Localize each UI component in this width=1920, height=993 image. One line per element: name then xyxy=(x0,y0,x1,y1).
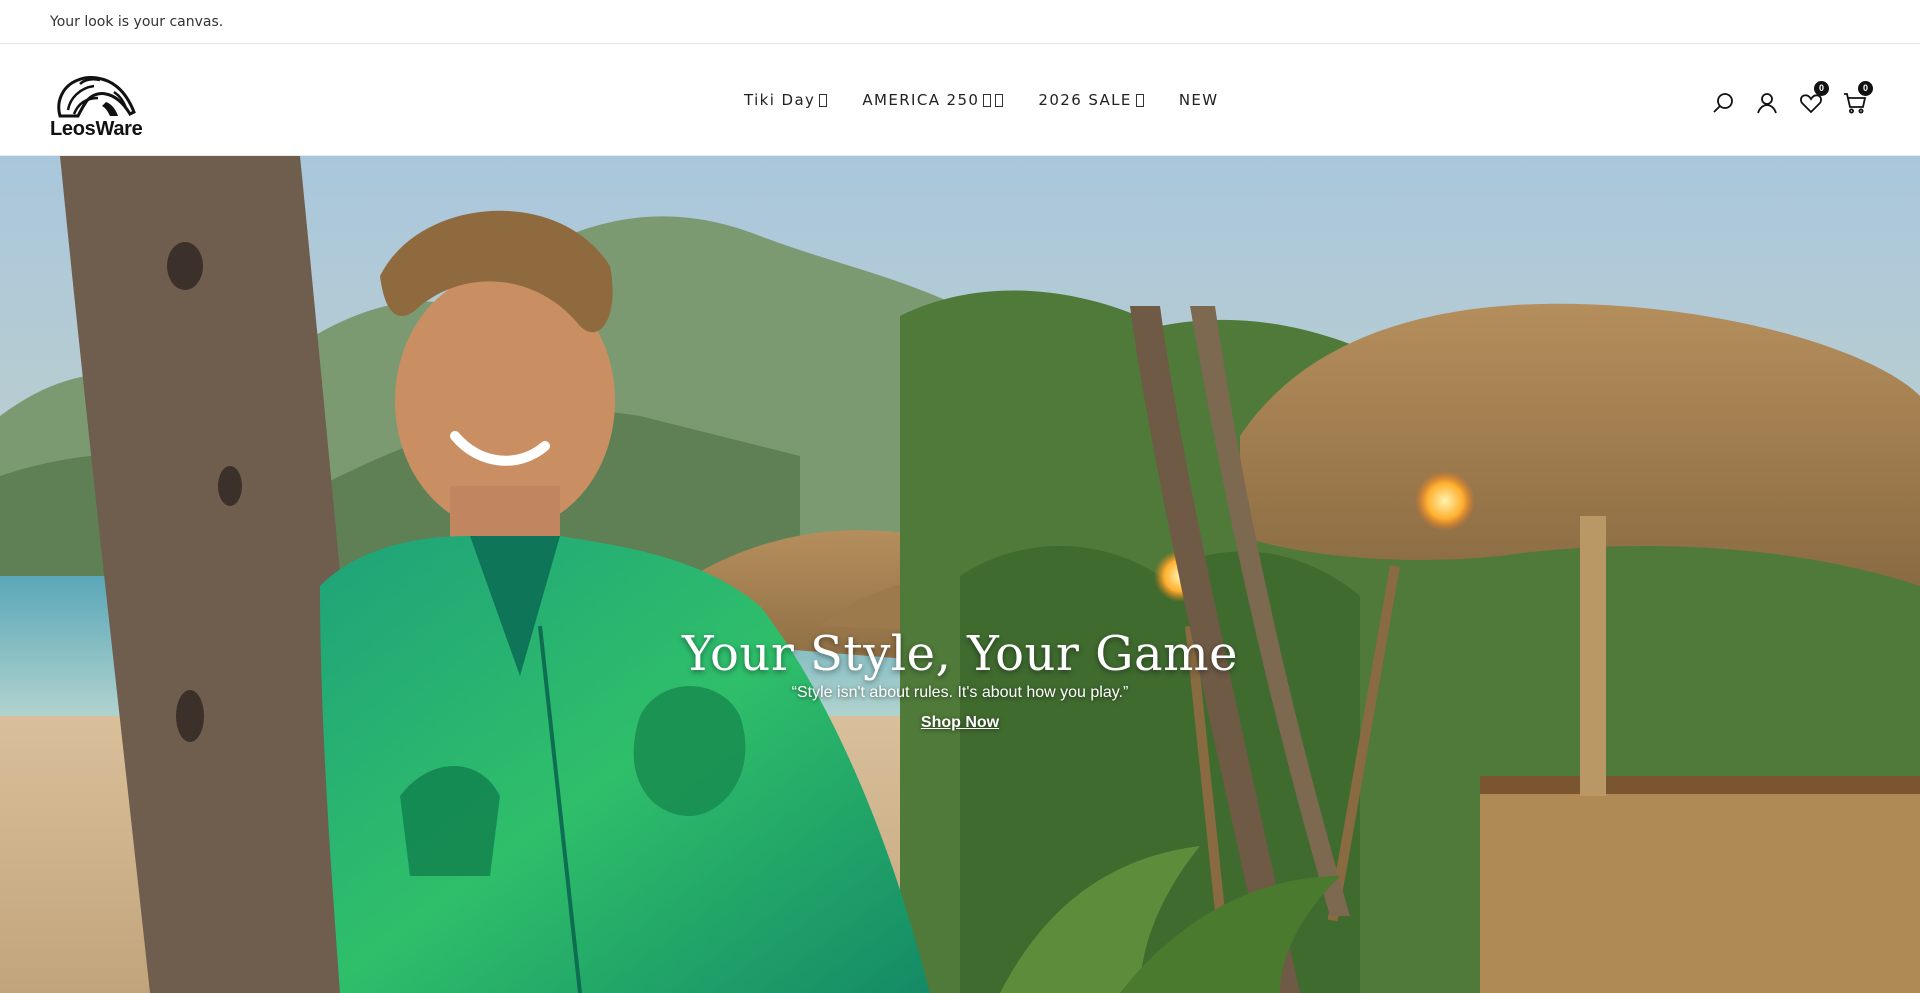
hero-content: Your Style, Your Game “Style isn't about… xyxy=(0,626,1920,732)
cart-count-badge: 0 xyxy=(1858,81,1873,96)
account-button[interactable] xyxy=(1754,90,1780,116)
missing-glyph-icon xyxy=(995,93,1004,107)
nav-item-2026-sale[interactable]: 2026 SALE xyxy=(1038,91,1144,109)
hero-image xyxy=(0,156,1920,993)
cart-button[interactable]: 0 xyxy=(1842,81,1873,116)
search-button[interactable] xyxy=(1710,90,1736,116)
missing-glyph-icon xyxy=(983,93,992,107)
lion-logo-icon xyxy=(57,76,136,118)
nav-item-america-250[interactable]: AMERICA 250 xyxy=(862,91,1004,109)
main-nav: Tiki Day AMERICA 250 2026 SALE NEW xyxy=(744,44,1219,156)
wishlist-count-badge: 0 xyxy=(1814,81,1829,96)
nav-item-label: 2026 SALE xyxy=(1038,91,1132,109)
nav-item-tiki-day[interactable]: Tiki Day xyxy=(744,91,828,109)
logo-text: LeosWare xyxy=(50,118,143,140)
shop-now-link[interactable]: Shop Now xyxy=(921,714,999,732)
missing-glyph-icon xyxy=(1135,93,1144,107)
announcement-text: Your look is your canvas. xyxy=(50,13,224,30)
hero-subtitle: “Style isn't about rules. It's about how… xyxy=(791,684,1129,701)
hero-banner: Your Style, Your Game “Style isn't about… xyxy=(0,156,1920,993)
header-icons: 0 0 xyxy=(1710,81,1873,116)
site-header: LeosWare Tiki Day AMERICA 250 2026 SALE … xyxy=(0,44,1920,156)
search-icon xyxy=(1713,93,1733,113)
nav-item-label: Tiki Day xyxy=(744,91,816,109)
missing-glyph-icon xyxy=(819,93,828,107)
nav-item-label: AMERICA 250 xyxy=(862,91,980,109)
nav-item-label: NEW xyxy=(1178,91,1219,109)
hero-title: Your Style, Your Game xyxy=(681,626,1238,682)
nav-item-new[interactable]: NEW xyxy=(1179,91,1219,109)
announcement-bar: Your look is your canvas. xyxy=(0,0,1920,44)
logo[interactable]: LeosWare xyxy=(50,72,143,142)
wishlist-button[interactable]: 0 xyxy=(1798,81,1829,116)
user-icon xyxy=(1757,93,1777,114)
